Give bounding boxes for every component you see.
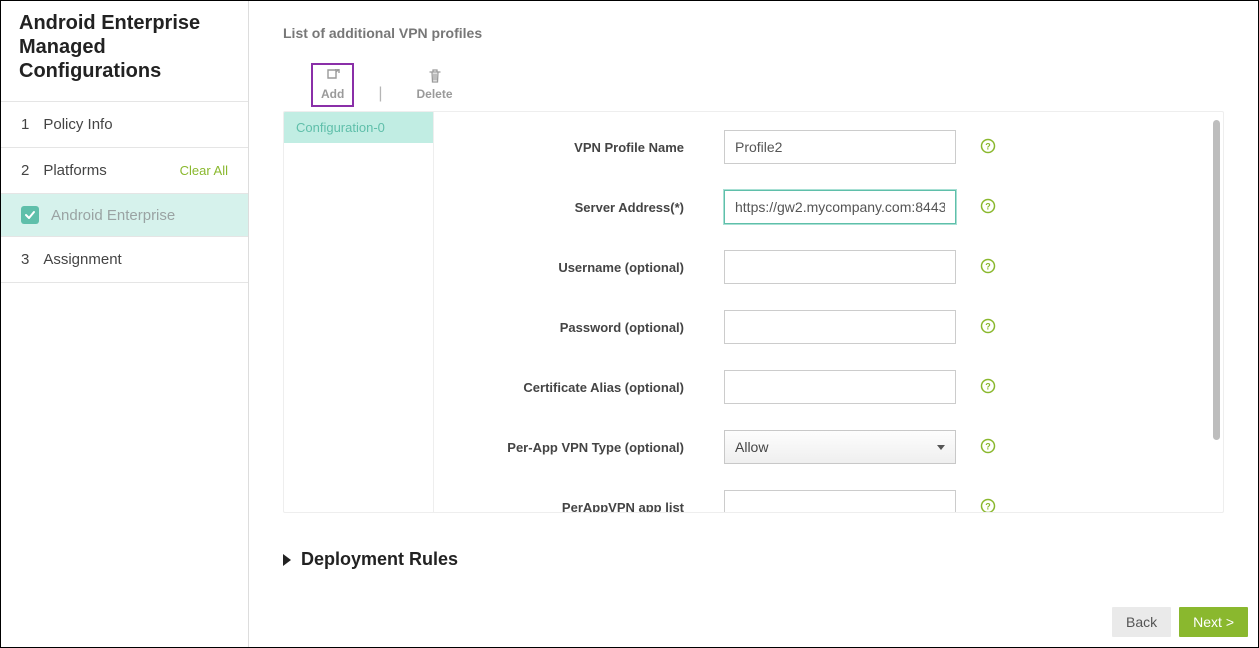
scrollbar-thumb[interactable] xyxy=(1213,120,1220,440)
section-heading: List of additional VPN profiles xyxy=(283,25,1224,41)
caret-right-icon xyxy=(283,554,291,566)
footer-buttons: Back Next > xyxy=(1112,607,1248,637)
subnav-android-enterprise[interactable]: Android Enterprise xyxy=(1,194,248,236)
row-server-address: Server Address(*) ? xyxy=(454,190,1163,224)
help-icon[interactable]: ? xyxy=(980,438,996,457)
delete-button-label: Delete xyxy=(416,87,452,101)
input-username[interactable] xyxy=(724,250,956,284)
toolbar: Add | Delete xyxy=(311,63,1224,107)
toolbar-separator: | xyxy=(354,85,406,107)
main-content: List of additional VPN profiles Add | De… xyxy=(249,1,1258,647)
svg-text:?: ? xyxy=(985,261,991,271)
subnav-label: Android Enterprise xyxy=(51,207,175,224)
back-button[interactable]: Back xyxy=(1112,607,1171,637)
help-icon[interactable]: ? xyxy=(980,138,996,157)
select-value: Allow xyxy=(735,439,768,455)
nav-label: Assignment xyxy=(43,251,121,268)
help-icon[interactable]: ? xyxy=(980,198,996,217)
input-per-app-vpn-list[interactable] xyxy=(724,490,956,512)
nav-index: 1 xyxy=(21,116,29,133)
nav-platforms[interactable]: 2 Platforms Clear All xyxy=(1,148,248,194)
input-server-address[interactable] xyxy=(724,190,956,224)
svg-text:?: ? xyxy=(985,201,991,211)
nav-index: 3 xyxy=(21,251,29,268)
delete-button[interactable]: Delete xyxy=(406,63,462,107)
config-list: Configuration-0 xyxy=(284,112,434,512)
add-button-label: Add xyxy=(321,87,344,101)
svg-text:?: ? xyxy=(985,321,991,331)
add-icon xyxy=(325,69,341,83)
svg-text:?: ? xyxy=(985,501,991,511)
label-password: Password (optional) xyxy=(454,320,724,335)
input-vpn-profile-name[interactable] xyxy=(724,130,956,164)
config-tab[interactable]: Configuration-0 xyxy=(284,112,433,143)
next-button[interactable]: Next > xyxy=(1179,607,1248,637)
page-title: Android Enterprise Managed Configuration… xyxy=(1,1,248,101)
nav-label: Policy Info xyxy=(43,116,112,133)
help-icon[interactable]: ? xyxy=(980,378,996,397)
svg-text:?: ? xyxy=(985,141,991,151)
select-per-app-vpn-type[interactable]: Allow xyxy=(724,430,956,464)
nav-index: 2 xyxy=(21,162,29,179)
nav-policy-info[interactable]: 1 Policy Info xyxy=(1,101,248,148)
svg-text:?: ? xyxy=(985,381,991,391)
input-cert-alias[interactable] xyxy=(724,370,956,404)
label-per-app-vpn-list: PerAppVPN app list xyxy=(454,500,724,513)
config-panel: Configuration-0 VPN Profile Name ? Serve… xyxy=(283,111,1224,513)
row-per-app-vpn-type: Per-App VPN Type (optional) Allow ? xyxy=(454,430,1163,464)
row-vpn-profile-name: VPN Profile Name ? xyxy=(454,130,1163,164)
nav-assignment[interactable]: 3 Assignment xyxy=(1,236,248,283)
trash-icon xyxy=(428,69,442,83)
nav-label: Platforms xyxy=(43,162,106,179)
add-button[interactable]: Add xyxy=(311,63,354,107)
clear-all-link[interactable]: Clear All xyxy=(180,163,228,178)
row-per-app-vpn-list: PerAppVPN app list ? xyxy=(454,490,1163,512)
help-icon[interactable]: ? xyxy=(980,318,996,337)
row-username: Username (optional) ? xyxy=(454,250,1163,284)
label-username: Username (optional) xyxy=(454,260,724,275)
deployment-rules-toggle[interactable]: Deployment Rules xyxy=(283,549,1224,570)
chevron-down-icon xyxy=(937,445,945,450)
label-cert-alias: Certificate Alias (optional) xyxy=(454,380,724,395)
deployment-rules-title: Deployment Rules xyxy=(301,549,458,570)
help-icon[interactable]: ? xyxy=(980,258,996,277)
sidebar: Android Enterprise Managed Configuration… xyxy=(1,1,249,647)
label-server-address: Server Address(*) xyxy=(454,200,724,215)
config-form: VPN Profile Name ? Server Address(*) ? U… xyxy=(434,112,1223,512)
row-password: Password (optional) ? xyxy=(454,310,1163,344)
svg-text:?: ? xyxy=(985,441,991,451)
checkbox-checked-icon xyxy=(21,206,39,224)
row-cert-alias: Certificate Alias (optional) ? xyxy=(454,370,1163,404)
help-icon[interactable]: ? xyxy=(980,498,996,513)
label-vpn-profile-name: VPN Profile Name xyxy=(454,140,724,155)
input-password[interactable] xyxy=(724,310,956,344)
label-per-app-vpn-type: Per-App VPN Type (optional) xyxy=(454,440,724,455)
